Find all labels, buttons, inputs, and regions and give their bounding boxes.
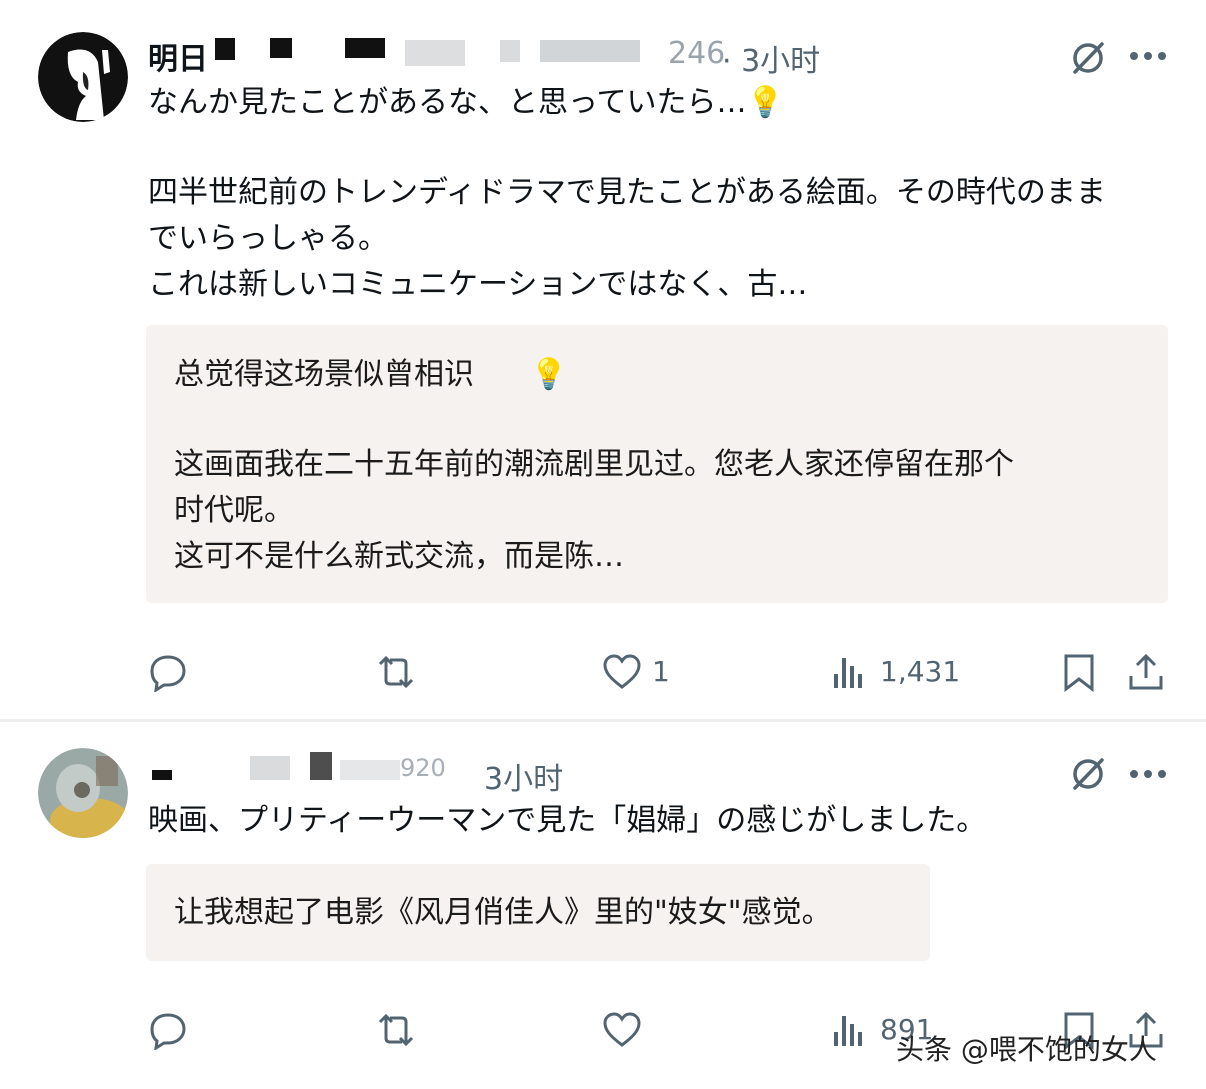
handle-tail: 920	[400, 754, 446, 782]
translation-box: 让我想起了电影《风月俏佳人》里的"妓女"感觉。	[146, 864, 930, 961]
avatar-image	[38, 32, 128, 122]
redaction-block	[215, 38, 235, 60]
reply-icon	[150, 655, 186, 692]
translation-line: 时代呢。	[174, 493, 294, 528]
timestamp[interactable]: 3小时	[484, 754, 563, 798]
view-count: 1,431	[880, 655, 961, 688]
translation-line: 这画面我在二十五年前的潮流剧里见过。您老人家还停留在那个	[174, 447, 1014, 482]
timestamp[interactable]: · 3小时	[722, 36, 820, 80]
heart-icon	[603, 654, 641, 689]
bookmark-button[interactable]	[1062, 652, 1096, 692]
grok-icon[interactable]	[1068, 754, 1108, 794]
retweet-button[interactable]	[374, 652, 418, 692]
views-button[interactable]: 1,431	[832, 652, 962, 692]
avatar-image	[38, 748, 128, 838]
blurred-handle	[340, 760, 400, 780]
watermark: 头条 @喂不饱的女人	[896, 1033, 1157, 1066]
like-button[interactable]: 1	[602, 652, 682, 692]
redaction-block	[310, 752, 332, 780]
translation-line: 总觉得这场景似曾相识 💡	[174, 357, 568, 392]
retweet-button[interactable]	[374, 1010, 418, 1050]
views-icon	[834, 1016, 862, 1046]
reply-button[interactable]	[148, 1010, 188, 1050]
views-icon	[834, 658, 862, 688]
more-icon[interactable]	[1130, 52, 1166, 62]
bookmark-icon	[1064, 654, 1094, 692]
translation-box: 总觉得这场景似曾相识 💡 这画面我在二十五年前的潮流剧里见过。您老人家还停留在那个…	[146, 325, 1168, 603]
blurred-handle	[250, 756, 290, 780]
avatar[interactable]	[38, 32, 128, 122]
heart-icon	[603, 1012, 641, 1047]
translation-line: 让我想起了电影《风月俏佳人》里的"妓女"感觉。	[174, 895, 832, 930]
redaction-block	[345, 38, 385, 58]
retweet-icon	[378, 1013, 414, 1047]
post-text-line: でいらっしゃる。	[148, 221, 388, 256]
like-button[interactable]	[602, 1010, 642, 1050]
share-button[interactable]	[1126, 652, 1166, 692]
translation-line: 这可不是什么新式交流，而是陈…	[174, 539, 624, 574]
like-count: 1	[652, 655, 670, 688]
share-icon	[1129, 653, 1163, 690]
retweet-icon	[378, 655, 414, 689]
redaction-block	[152, 770, 172, 780]
post-text-line: なんか見たことがあるな、と思っていたら…💡	[148, 85, 784, 120]
blurred-handle	[500, 40, 520, 62]
post-divider	[0, 719, 1206, 722]
reply-post-1[interactable]: 明日 246 · 3小时 なんか見たことがあるな、と思っていたら…💡 四半世紀前…	[0, 0, 1206, 720]
bulb-icon: 💡	[530, 357, 568, 392]
post-text-line: 四半世紀前のトレンディドラマで見たことがある絵面。その時代のまま	[148, 175, 1106, 210]
blurred-handle	[540, 40, 640, 62]
blurred-handle	[405, 40, 465, 66]
grok-icon[interactable]	[1068, 38, 1108, 78]
reply-icon	[150, 1013, 186, 1050]
redaction-block	[270, 38, 292, 58]
handle-tail: 246	[668, 36, 726, 71]
reply-button[interactable]	[148, 652, 188, 692]
post-text-line: 映画、プリティーウーマンで見た「娼婦」の感じがしました。	[148, 803, 987, 838]
post-text-line: これは新しいコミュニケーションではなく、古…	[148, 267, 808, 302]
avatar[interactable]	[38, 748, 128, 838]
more-icon[interactable]	[1130, 770, 1166, 780]
bulb-icon: 💡	[746, 85, 784, 120]
display-name[interactable]: 明日	[148, 34, 208, 78]
